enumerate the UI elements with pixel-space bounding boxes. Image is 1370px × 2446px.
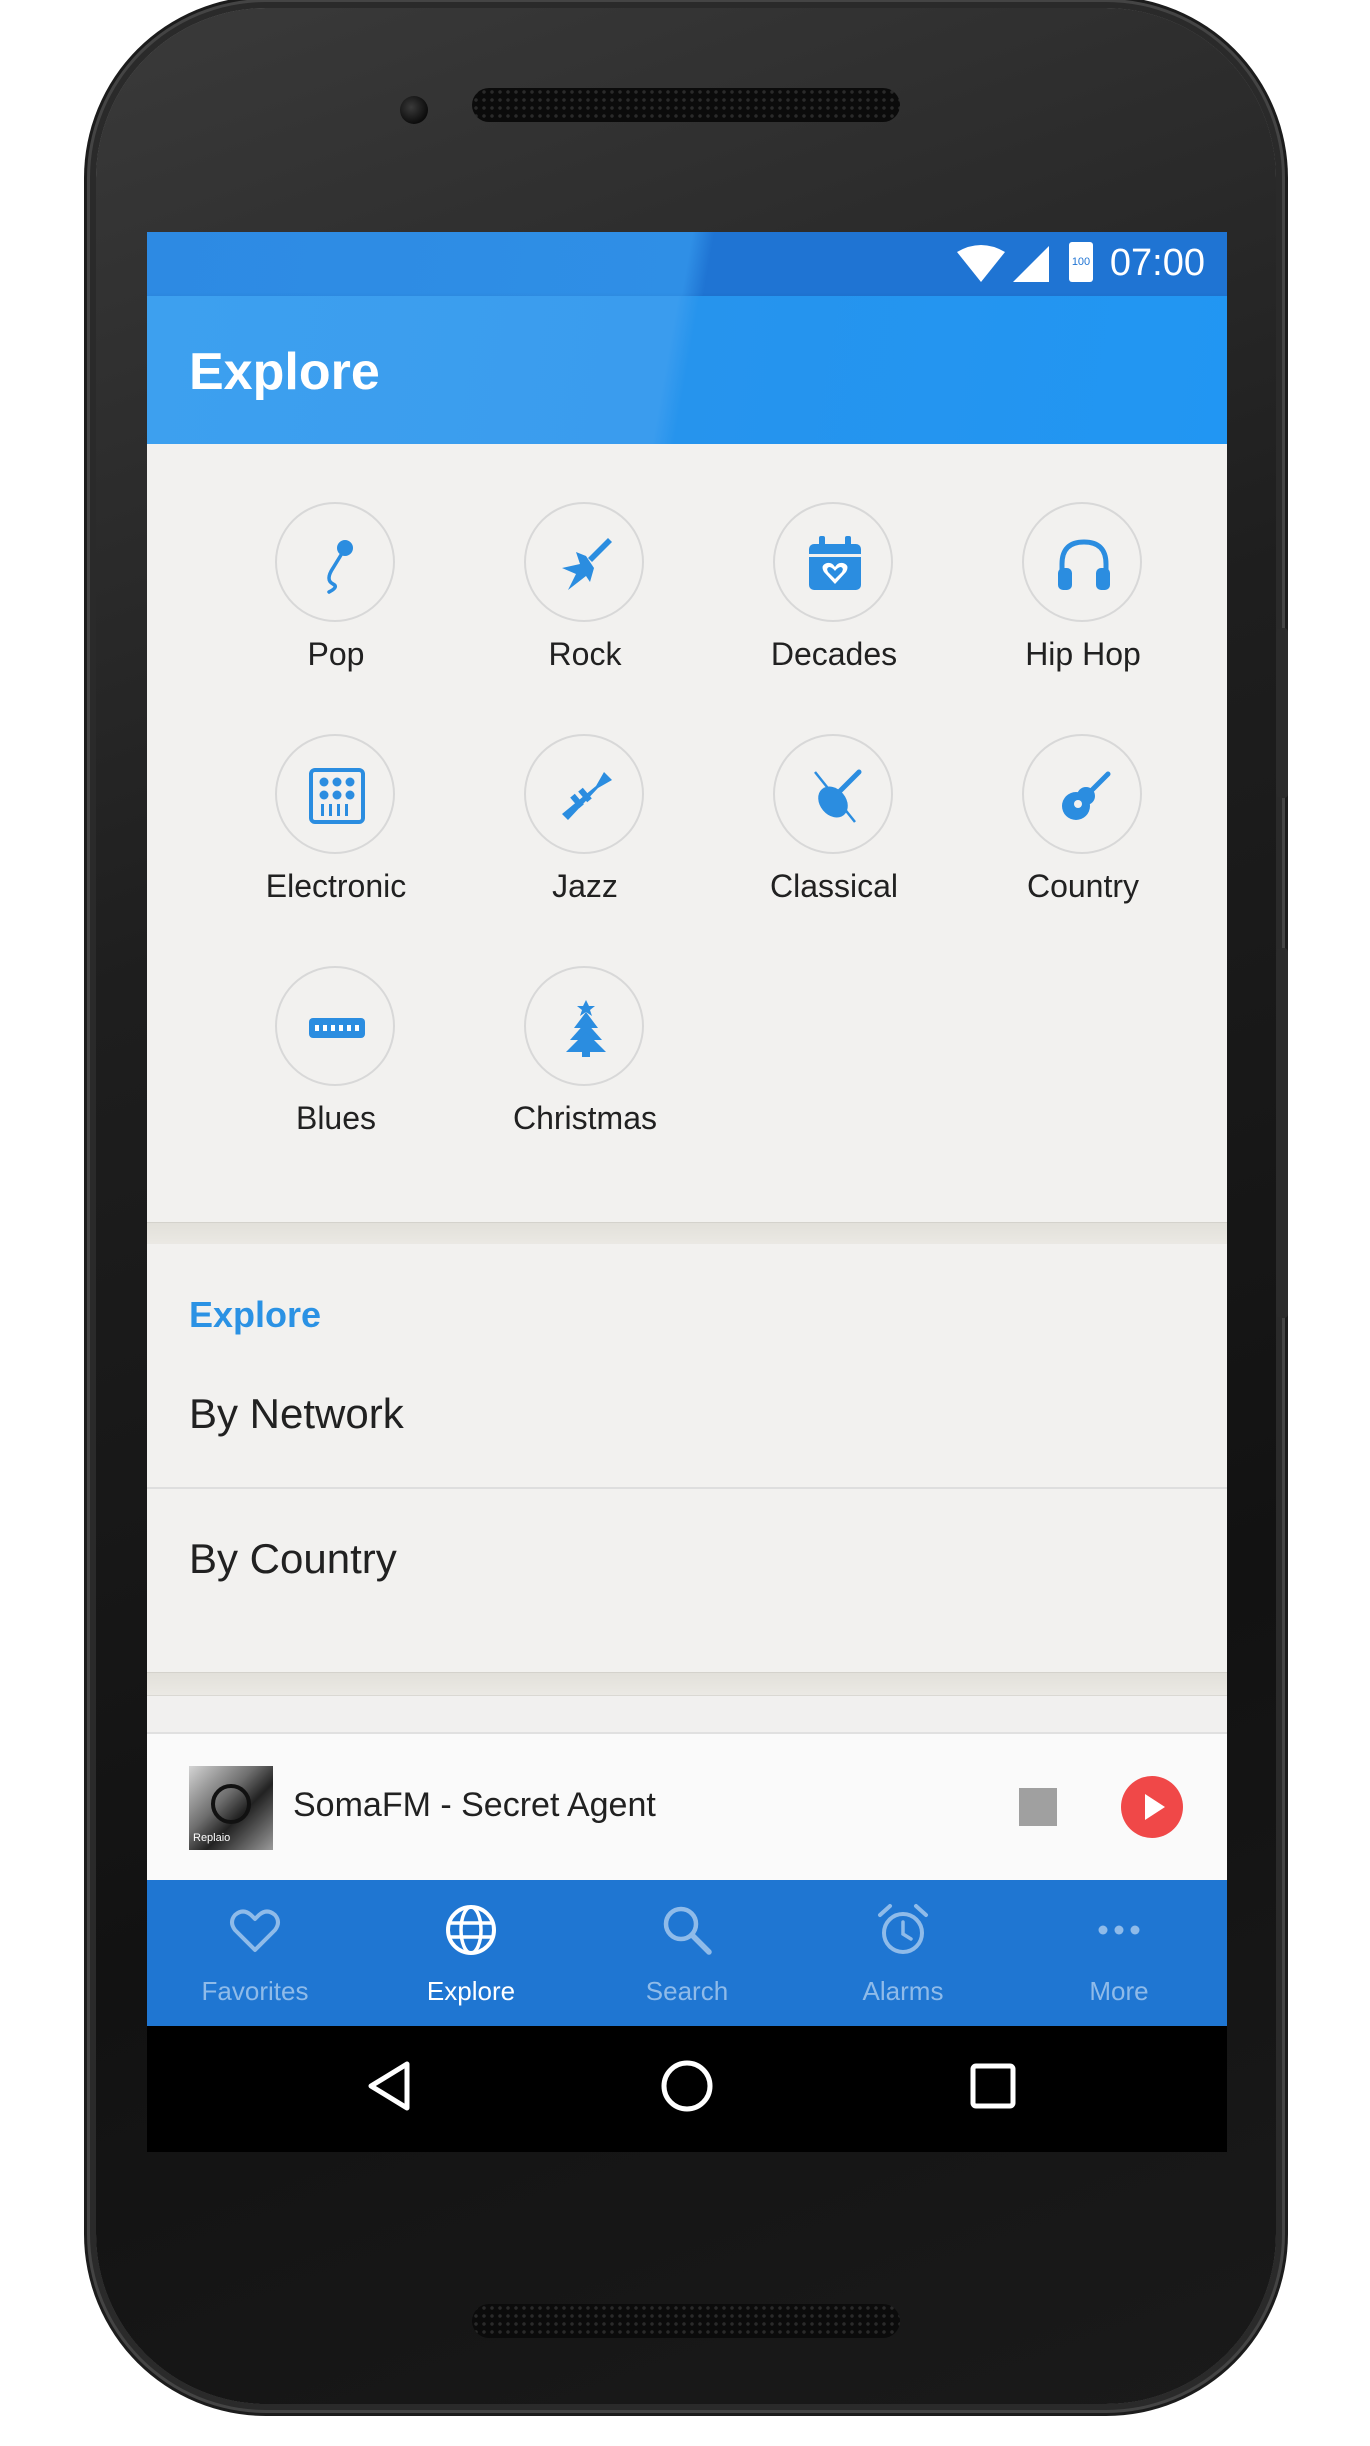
more-dots-icon bbox=[1098, 1925, 1140, 1935]
genre-hip-hop[interactable]: Hip Hop bbox=[958, 486, 1208, 706]
genre-icon-circle bbox=[275, 734, 395, 854]
cellular-signal-icon bbox=[1013, 246, 1049, 282]
app-bar: Explore bbox=[147, 296, 1227, 444]
genre-grid: Pop Rock Decades Hip Hop Electronic Jazz… bbox=[147, 444, 1227, 1222]
nav-more[interactable]: More bbox=[1011, 1880, 1227, 2026]
globe-icon bbox=[446, 1905, 496, 1955]
genre-icon-circle bbox=[524, 966, 644, 1086]
section-divider bbox=[147, 1672, 1227, 1696]
nav-alarms[interactable]: Alarms bbox=[795, 1880, 1011, 2026]
home-icon[interactable] bbox=[657, 2056, 717, 2116]
genre-pop[interactable]: Pop bbox=[211, 486, 461, 706]
trumpet-icon bbox=[562, 772, 612, 820]
list-item-by-country[interactable]: By Country bbox=[147, 1489, 1227, 1632]
front-camera bbox=[400, 96, 428, 124]
nav-label: Alarms bbox=[862, 1976, 944, 2006]
genre-icon-circle bbox=[524, 734, 644, 854]
nav-label: More bbox=[1089, 1976, 1149, 2006]
genre-decades[interactable]: Decades bbox=[709, 486, 959, 706]
genre-icon-circle bbox=[524, 502, 644, 622]
list-item-label: By Country bbox=[189, 1535, 397, 1582]
genre-label: Classical bbox=[769, 868, 899, 904]
now-playing-title: SomaFM - Secret Agent bbox=[293, 1786, 656, 1824]
heart-icon bbox=[230, 1909, 280, 1952]
acoustic-guitar-icon bbox=[1062, 771, 1111, 820]
bottom-navigation: Favorites Explore Search Alarms More bbox=[147, 1880, 1227, 2026]
nav-label: Search bbox=[645, 1976, 729, 2006]
genre-rock[interactable]: Rock bbox=[460, 486, 710, 706]
genre-jazz[interactable]: Jazz bbox=[460, 718, 710, 938]
stop-button[interactable] bbox=[1019, 1788, 1057, 1826]
battery-level: 100 bbox=[1071, 256, 1091, 268]
wifi-icon bbox=[957, 245, 1005, 282]
top-speaker bbox=[472, 88, 900, 122]
genre-label: Christmas bbox=[512, 1100, 657, 1136]
genre-icon-circle bbox=[275, 966, 395, 1086]
genre-label: Decades bbox=[770, 636, 898, 672]
mini-player[interactable]: Replaio SomaFM - Secret Agent bbox=[147, 1732, 1227, 1882]
alarm-clock-icon bbox=[878, 1904, 928, 1954]
microphone-icon bbox=[327, 540, 353, 594]
christmas-tree-icon bbox=[566, 1000, 606, 1057]
genre-classical[interactable]: Classical bbox=[709, 718, 959, 938]
genre-christmas[interactable]: Christmas bbox=[460, 950, 710, 1170]
bottom-speaker bbox=[472, 2304, 900, 2338]
explore-list: Explore By Network By Country bbox=[147, 1244, 1227, 1672]
nav-search[interactable]: Search bbox=[579, 1880, 795, 2026]
genre-icon-circle bbox=[773, 502, 893, 622]
genre-blues[interactable]: Blues bbox=[211, 950, 461, 1170]
system-navigation-bar bbox=[147, 2026, 1227, 2152]
genre-electronic[interactable]: Electronic bbox=[211, 718, 461, 938]
page-title: Explore bbox=[189, 343, 380, 401]
status-time: 07:00 bbox=[1109, 242, 1205, 284]
genre-label: Pop bbox=[307, 636, 365, 672]
genre-icon-circle bbox=[1022, 734, 1142, 854]
status-bar: 100 07:00 bbox=[147, 232, 1227, 296]
nav-favorites[interactable]: Favorites bbox=[147, 1880, 363, 2026]
section-header: Explore bbox=[189, 1294, 322, 1335]
power-button bbox=[1276, 948, 1288, 1318]
nav-label: Favorites bbox=[201, 1976, 309, 2006]
genre-label: Rock bbox=[548, 636, 622, 672]
genre-icon-circle bbox=[1022, 502, 1142, 622]
calendar-heart-icon bbox=[809, 536, 861, 590]
list-item-by-network[interactable]: By Network bbox=[147, 1344, 1227, 1489]
station-artwork-caption: Replaio bbox=[193, 1832, 231, 1844]
screen: 100 07:00 Explore Pop Rock Decades Hip H… bbox=[147, 232, 1227, 2152]
genre-label: Hip Hop bbox=[1025, 636, 1141, 672]
play-button[interactable] bbox=[1121, 1776, 1183, 1838]
genre-label: Country bbox=[1026, 868, 1140, 904]
headphones-icon bbox=[1058, 539, 1110, 590]
section-divider bbox=[147, 1222, 1227, 1246]
harmonica-icon bbox=[309, 1018, 365, 1038]
violin-icon bbox=[814, 769, 862, 823]
battery-icon: 100 bbox=[1069, 242, 1093, 282]
search-icon bbox=[663, 1906, 712, 1955]
genre-label: Electronic bbox=[265, 868, 407, 904]
genre-label: Jazz bbox=[552, 868, 618, 904]
nav-explore[interactable]: Explore bbox=[363, 1880, 579, 2026]
genre-label: Blues bbox=[295, 1100, 377, 1136]
volume-button bbox=[1276, 628, 1288, 798]
back-icon[interactable] bbox=[359, 2056, 419, 2116]
electric-guitar-icon bbox=[562, 538, 612, 590]
nav-label: Explore bbox=[426, 1976, 516, 2006]
genre-icon-circle bbox=[275, 502, 395, 622]
genre-country[interactable]: Country bbox=[958, 718, 1208, 938]
recents-icon[interactable] bbox=[963, 2056, 1023, 2116]
genre-icon-circle bbox=[773, 734, 893, 854]
station-artwork: Replaio bbox=[189, 1766, 273, 1850]
list-item-label: By Network bbox=[189, 1390, 404, 1437]
drum-pad-icon bbox=[309, 768, 365, 824]
